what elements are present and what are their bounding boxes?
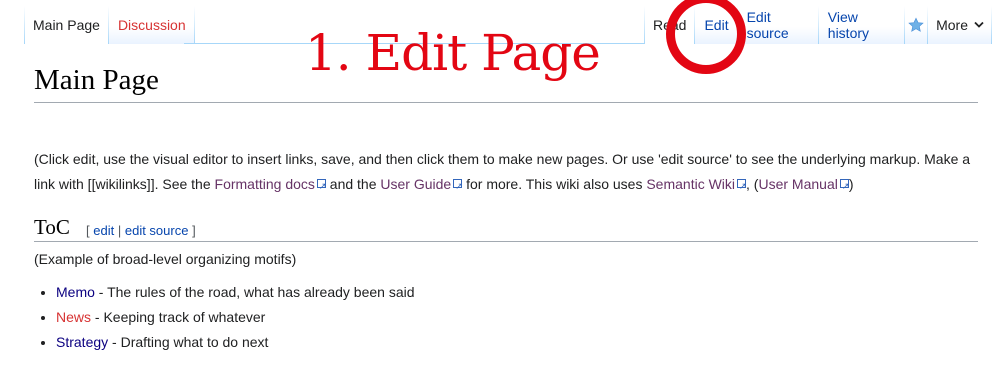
- external-link-icon: [453, 174, 463, 199]
- formatting-docs-link-label: Formatting docs: [214, 176, 315, 192]
- more-label: More: [936, 17, 968, 33]
- page-title: Main Page: [34, 64, 159, 96]
- user-guide-link[interactable]: User Guide: [380, 174, 463, 199]
- strategy-link[interactable]: Strategy: [56, 334, 108, 350]
- tab-view-history-label: View history: [827, 9, 870, 41]
- memo-link[interactable]: Memo: [56, 284, 95, 300]
- semantic-wiki-link-label: Semantic Wiki: [646, 176, 736, 192]
- intro-text-3: for more. This wiki also uses: [462, 176, 647, 192]
- intro-text-4: , (: [746, 176, 759, 192]
- section-edit-link[interactable]: edit: [93, 223, 114, 238]
- tab-discussion[interactable]: Discussion: [108, 6, 195, 44]
- tab-edit-source[interactable]: Edit source: [737, 6, 819, 44]
- section-edit-links: [ edit | edit source ]: [86, 223, 196, 238]
- edit-separator: |: [117, 223, 122, 238]
- section-edit-source-link[interactable]: edit source: [125, 223, 189, 238]
- chevron-down-icon: [974, 21, 984, 28]
- list-item: Strategy - Drafting what to do next: [56, 330, 415, 355]
- tab-discussion-label: Discussion: [117, 17, 186, 33]
- section-paragraph: (Example of broad-level organizing motif…: [34, 251, 297, 267]
- namespace-tabs: Main Page Discussion: [24, 6, 195, 44]
- intro-text-5: ): [848, 176, 854, 192]
- toc-list: Memo - The rules of the road, what has a…: [34, 280, 415, 355]
- external-link-icon: [737, 174, 747, 199]
- intro-text-2: and the: [325, 176, 381, 192]
- news-link[interactable]: News: [56, 309, 91, 325]
- bracket-close: ]: [192, 223, 196, 238]
- annotation-circle: [666, 0, 746, 74]
- user-guide-link-label: User Guide: [380, 176, 452, 192]
- watch-star-button[interactable]: [904, 6, 929, 44]
- list-item-text: - Keeping track of whatever: [91, 309, 266, 325]
- list-item-text: - Drafting what to do next: [108, 334, 269, 350]
- title-divider: [34, 102, 978, 103]
- annotation-label: 1. Edit Page: [305, 24, 601, 82]
- list-item-text: - The rules of the road, what has alread…: [94, 284, 415, 300]
- more-menu-button[interactable]: More: [928, 6, 992, 44]
- tab-edit-source-label: Edit source: [746, 9, 789, 41]
- user-manual-link-label: User Manual: [758, 176, 838, 192]
- bracket-open: [: [86, 223, 90, 238]
- tab-view-history[interactable]: View history: [818, 6, 905, 44]
- user-manual-link[interactable]: User Manual: [758, 174, 849, 199]
- star-icon: [908, 17, 925, 32]
- external-link-icon: [316, 174, 326, 199]
- external-link-icon: [839, 174, 849, 199]
- semantic-wiki-link[interactable]: Semantic Wiki: [646, 174, 747, 199]
- intro-paragraph: (Click edit, use the visual editor to in…: [34, 147, 984, 199]
- tab-main-page-label: Main Page: [33, 17, 100, 33]
- list-item: Memo - The rules of the road, what has a…: [56, 280, 415, 305]
- section-divider: [34, 241, 978, 242]
- tab-main-page[interactable]: Main Page: [24, 6, 109, 44]
- list-item: News - Keeping track of whatever: [56, 305, 415, 330]
- formatting-docs-link[interactable]: Formatting docs: [214, 174, 327, 199]
- section-heading-toc: ToC: [34, 215, 70, 239]
